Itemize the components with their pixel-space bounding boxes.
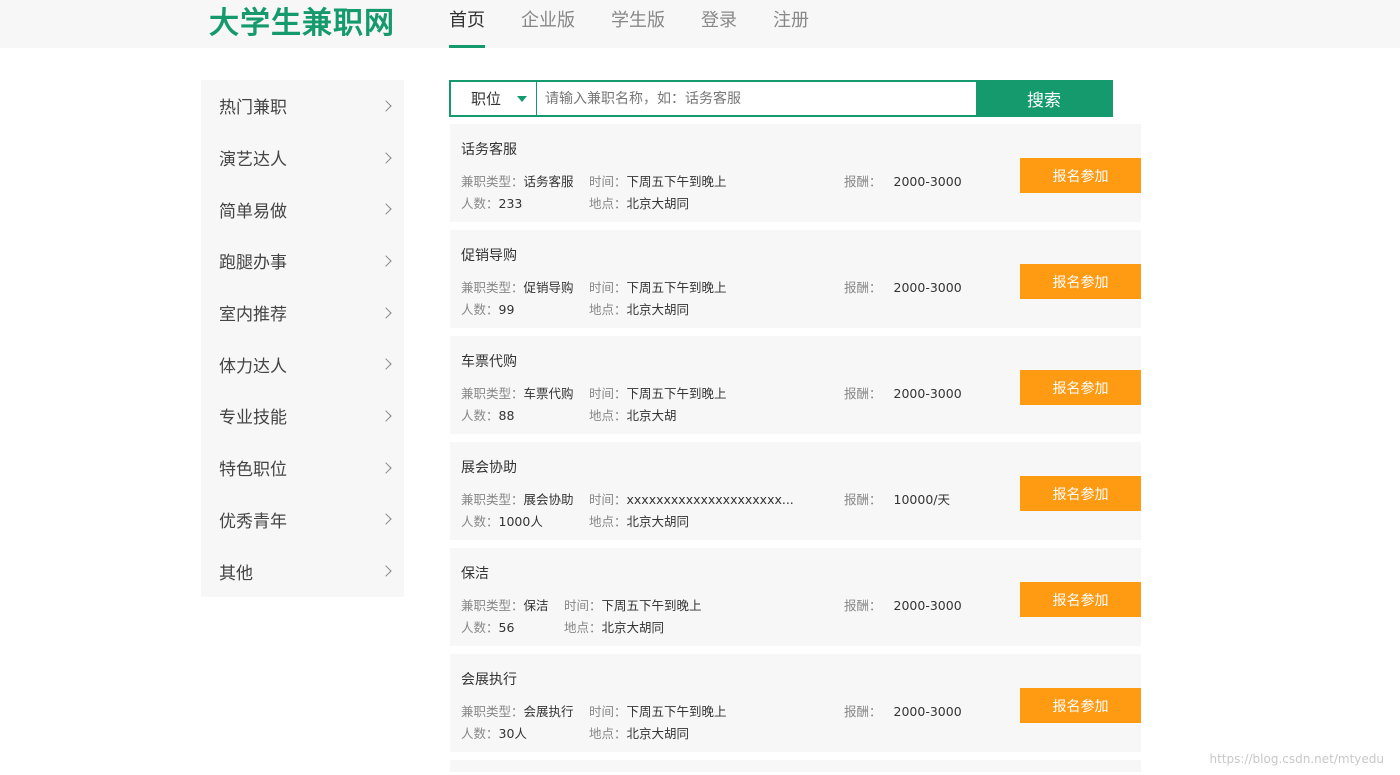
search-bar: 职位 搜索 <box>449 80 1113 117</box>
job-type: 兼职类型：保洁 <box>461 598 549 613</box>
job-pay: 报酬： 2000-3000 <box>844 598 962 613</box>
sidebar-item-label: 其他 <box>219 563 253 584</box>
job-pay: 报酬： 2000-3000 <box>844 174 962 189</box>
job-pay: 报酬： 2000-3000 <box>844 280 962 295</box>
job-card: 会展执行 兼职类型：会展执行 时间：下周五下午到晚上 人数：30人 地点：北京大… <box>450 654 1141 752</box>
apply-button[interactable]: 报名参加 <box>1020 582 1141 617</box>
job-type: 兼职类型：车票代购 <box>461 386 574 401</box>
apply-button[interactable]: 报名参加 <box>1020 476 1141 511</box>
job-time: 时间：下周五下午到晚上 <box>564 598 702 613</box>
sidebar-item-label: 跑腿办事 <box>219 253 287 274</box>
chevron-right-icon <box>380 358 392 370</box>
sidebar-item-performer[interactable]: 演艺达人 <box>201 132 404 184</box>
chevron-right-icon <box>380 306 392 319</box>
nav-student[interactable]: 学生版 <box>611 0 665 48</box>
sidebar-item-label: 特色职位 <box>219 460 287 481</box>
sidebar-item-easy[interactable]: 简单易做 <box>201 183 404 235</box>
chevron-right-icon <box>380 151 392 164</box>
chevron-right-icon <box>380 255 392 267</box>
job-pay: 报酬： 10000/天 <box>844 492 950 507</box>
job-count: 人数：99 <box>461 302 515 317</box>
sidebar-item-skills[interactable]: 专业技能 <box>201 390 404 442</box>
sidebar-item-label: 演艺达人 <box>219 150 287 171</box>
apply-button[interactable]: 报名参加 <box>1020 370 1141 405</box>
job-count: 人数：1000人 <box>461 514 543 529</box>
search-button[interactable]: 搜索 <box>976 82 1112 115</box>
sidebar-item-label: 热门兼职 <box>219 98 287 119</box>
job-time: 时间：下周五下午到晚上 <box>589 280 727 295</box>
job-count: 人数：30人 <box>461 726 527 741</box>
job-list: 话务客服 兼职类型：话务客服 时间：下周五下午到晚上 人数：233 地点：北京大… <box>450 124 1141 772</box>
apply-button[interactable]: 报名参加 <box>1020 158 1141 193</box>
job-title[interactable]: 会展执行 <box>461 669 517 689</box>
job-card: 展会协助 兼职类型：展会协助 时间：xxxxxxxxxxxxxxxxxxxxx.… <box>450 442 1141 540</box>
job-count: 人数：88 <box>461 408 515 423</box>
job-type: 兼职类型：会展执行 <box>461 704 574 719</box>
job-count: 人数：56 <box>461 620 515 635</box>
job-card-partial <box>450 760 1141 772</box>
main-nav: 首页 企业版 学生版 登录 注册 <box>449 0 845 48</box>
job-title[interactable]: 保洁 <box>461 563 489 583</box>
job-card: 车票代购 兼职类型：车票代购 时间：下周五下午到晚上 人数：88 地点：北京大胡… <box>450 336 1141 434</box>
job-title[interactable]: 展会协助 <box>461 457 517 477</box>
job-time: 时间：下周五下午到晚上 <box>589 174 727 189</box>
job-time: 时间：下周五下午到晚上 <box>589 386 727 401</box>
search-type-select[interactable]: 职位 <box>451 82 537 115</box>
job-card: 保洁 兼职类型：保洁 时间：下周五下午到晚上 人数：56 地点：北京大胡同 报酬… <box>450 548 1141 646</box>
nav-home[interactable]: 首页 <box>449 0 485 48</box>
job-count: 人数：233 <box>461 196 523 211</box>
caret-down-icon <box>517 95 528 102</box>
sidebar-item-errands[interactable]: 跑腿办事 <box>201 235 404 287</box>
sidebar-item-featured[interactable]: 特色职位 <box>201 442 404 494</box>
sidebar-item-youth[interactable]: 优秀青年 <box>201 494 404 546</box>
job-title[interactable]: 车票代购 <box>461 351 517 371</box>
job-card: 话务客服 兼职类型：话务客服 时间：下周五下午到晚上 人数：233 地点：北京大… <box>450 124 1141 222</box>
chevron-right-icon <box>380 513 392 526</box>
job-pay: 报酬： 2000-3000 <box>844 386 962 401</box>
sidebar-item-label: 简单易做 <box>219 201 287 222</box>
job-place: 地点：北京大胡同 <box>589 514 690 529</box>
chevron-right-icon <box>380 461 392 474</box>
job-type: 兼职类型：展会协助 <box>461 492 574 507</box>
sidebar-item-label: 体力达人 <box>219 356 287 377</box>
job-type: 兼职类型：话务客服 <box>461 174 574 189</box>
job-pay: 报酬： 2000-3000 <box>844 704 962 719</box>
search-type-value: 职位 <box>471 90 502 108</box>
watermark-text: https://blog.csdn.net/mtyedu <box>1209 752 1384 766</box>
category-sidebar: 热门兼职 演艺达人 简单易做 跑腿办事 室内推荐 体力达人 专业技能 特色职位 … <box>201 80 404 597</box>
nav-login[interactable]: 登录 <box>701 0 737 48</box>
sidebar-item-physical[interactable]: 体力达人 <box>201 338 404 390</box>
job-place: 地点：北京大胡同 <box>564 620 665 635</box>
search-input[interactable] <box>537 82 976 115</box>
job-type: 兼职类型：促销导购 <box>461 280 574 295</box>
job-card: 促销导购 兼职类型：促销导购 时间：下周五下午到晚上 人数：99 地点：北京大胡… <box>450 230 1141 328</box>
sidebar-item-label: 优秀青年 <box>219 511 287 532</box>
chevron-right-icon <box>380 565 392 577</box>
sidebar-item-label: 室内推荐 <box>219 305 287 326</box>
apply-button[interactable]: 报名参加 <box>1020 264 1141 299</box>
site-logo[interactable]: 大学生兼职网 <box>209 4 395 44</box>
job-place: 地点：北京大胡同 <box>589 196 690 211</box>
apply-button[interactable]: 报名参加 <box>1020 688 1141 723</box>
job-place: 地点：北京大胡同 <box>589 302 690 317</box>
job-place: 地点：北京大胡 <box>589 408 677 423</box>
top-header: 大学生兼职网 首页 企业版 学生版 登录 注册 <box>0 0 1400 48</box>
nav-register[interactable]: 注册 <box>773 0 809 48</box>
chevron-right-icon <box>380 410 392 422</box>
chevron-right-icon <box>380 100 392 112</box>
job-title[interactable]: 促销导购 <box>461 245 517 265</box>
chevron-right-icon <box>380 203 392 215</box>
sidebar-item-other[interactable]: 其他 <box>201 545 404 597</box>
job-place: 地点：北京大胡同 <box>589 726 690 741</box>
job-time: 时间：xxxxxxxxxxxxxxxxxxxxx... <box>589 492 794 507</box>
sidebar-item-indoor[interactable]: 室内推荐 <box>201 287 404 339</box>
nav-enterprise[interactable]: 企业版 <box>521 0 575 48</box>
job-title[interactable]: 话务客服 <box>461 139 517 159</box>
sidebar-item-label: 专业技能 <box>219 408 287 429</box>
sidebar-item-hot[interactable]: 热门兼职 <box>201 80 404 132</box>
job-time: 时间：下周五下午到晚上 <box>589 704 727 719</box>
